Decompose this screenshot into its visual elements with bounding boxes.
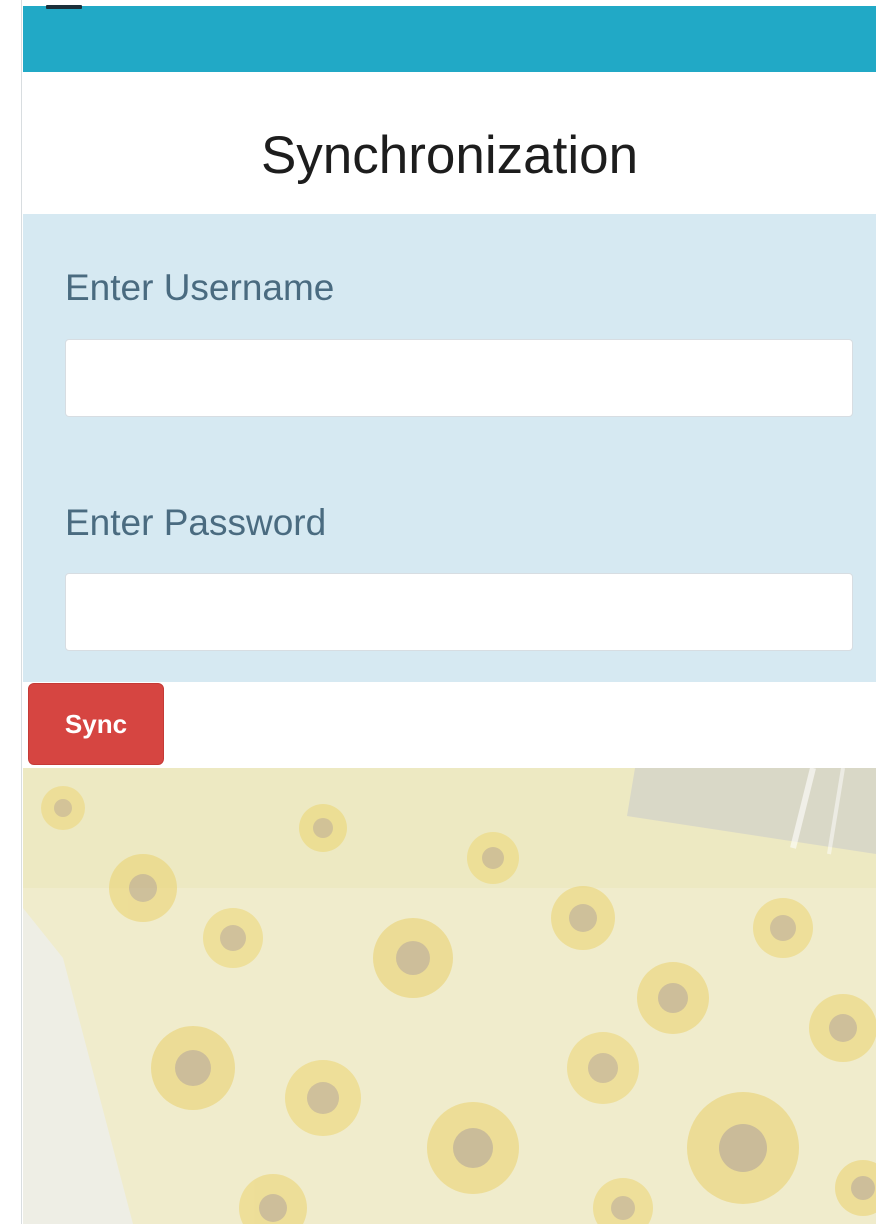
password-input[interactable] <box>65 573 853 651</box>
title-area: Synchronization <box>23 72 876 214</box>
button-bar: Sync <box>23 682 876 769</box>
sync-form-panel: Enter Username Enter Password <box>23 214 876 682</box>
username-input[interactable] <box>65 339 853 417</box>
sync-page: Synchronization Enter Username Enter Pas… <box>0 0 876 1224</box>
left-sidebar-edge <box>0 0 22 1224</box>
sunflower-field-background-image <box>23 768 876 1224</box>
hamburger-menu-icon[interactable] <box>46 0 82 14</box>
sync-button[interactable]: Sync <box>28 683 164 765</box>
page-title: Synchronization <box>260 126 639 185</box>
password-label: Enter Password <box>65 502 327 543</box>
username-label: Enter Username <box>65 267 335 308</box>
top-navbar <box>23 6 876 72</box>
